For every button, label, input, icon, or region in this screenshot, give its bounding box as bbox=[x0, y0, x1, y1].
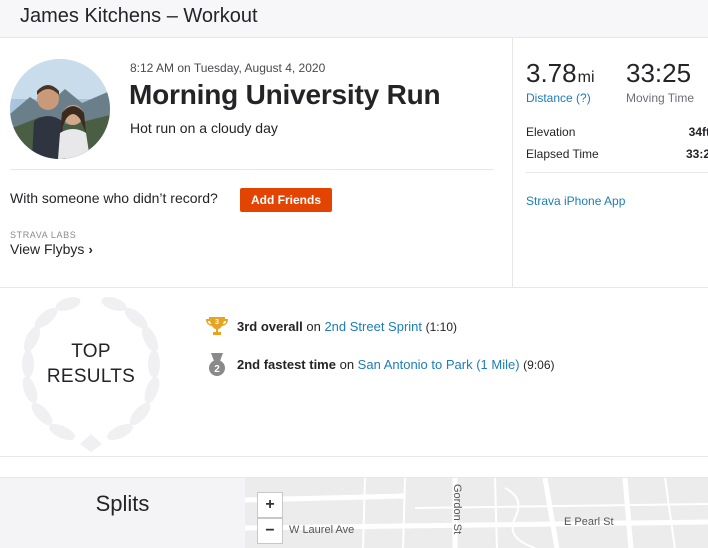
route-map[interactable]: + − W Laurel Ave Gordon St E Pearl St bbox=[245, 478, 708, 548]
map-roads bbox=[245, 478, 708, 548]
achievement-rank: 2nd fastest time bbox=[237, 357, 336, 372]
page-title: James Kitchens – Workout bbox=[20, 5, 258, 27]
trophy-number: 3 bbox=[215, 319, 219, 326]
top-results-section: TOP RESULTS 3 3rd overall on 2nd Street … bbox=[0, 289, 708, 457]
medal-icon: 2 bbox=[209, 353, 225, 376]
elevation-value: 34ft bbox=[688, 125, 708, 139]
segment-link[interactable]: San Antonio to Park (1 Mile) bbox=[358, 357, 520, 372]
activity-description: Hot run on a cloudy day bbox=[130, 120, 278, 136]
zoom-in-button[interactable]: + bbox=[257, 492, 283, 518]
distance-stat: 3.78mi Distance (?) bbox=[526, 58, 595, 105]
avatar-photo bbox=[10, 59, 110, 159]
view-flybys-label: View Flybys bbox=[10, 241, 85, 257]
elevation-row: Elevation 34ft bbox=[526, 125, 708, 139]
medal-number: 2 bbox=[214, 364, 220, 375]
activity-stats: 3.78mi Distance (?) 33:25 Moving Time El… bbox=[514, 38, 708, 288]
street-label: Gordon St bbox=[451, 484, 463, 535]
elapsed-time-value: 33:2 bbox=[685, 147, 708, 161]
street-label: E Pearl St bbox=[564, 516, 614, 528]
splits-section: Splits + − W Laurel Ave Gordon St E Pear bbox=[0, 477, 708, 548]
activity-datetime: 8:12 AM on Tuesday, August 4, 2020 bbox=[130, 61, 326, 75]
chevron-right-icon: › bbox=[88, 242, 93, 257]
elevation-label: Elevation bbox=[526, 125, 576, 139]
strava-iphone-app-link[interactable]: Strava iPhone App bbox=[526, 194, 625, 208]
achievement-time: (9:06) bbox=[523, 358, 555, 372]
divider bbox=[10, 169, 494, 170]
add-friends-button[interactable]: Add Friends bbox=[240, 188, 332, 212]
splits-heading: Splits bbox=[95, 491, 150, 516]
view-flybys-link[interactable]: View Flybys › bbox=[10, 241, 93, 257]
zoom-out-button[interactable]: − bbox=[257, 518, 283, 544]
elapsed-time-label: Elapsed Time bbox=[526, 147, 599, 161]
activity-name: Morning University Run bbox=[129, 79, 441, 110]
achievement-connector: on bbox=[302, 319, 325, 334]
top-results-line1: TOP bbox=[71, 341, 111, 362]
trophy-icon: 3 bbox=[206, 317, 228, 335]
divider bbox=[526, 172, 708, 173]
activity-details: 8:12 AM on Tuesday, August 4, 2020 Morni… bbox=[0, 38, 513, 288]
distance-unit: mi bbox=[577, 69, 595, 86]
segment-link[interactable]: 2nd Street Sprint bbox=[324, 319, 422, 334]
distance-help-link[interactable]: Distance (?) bbox=[526, 91, 591, 105]
achievement-rank: 3rd overall bbox=[237, 319, 303, 334]
activity-card: 8:12 AM on Tuesday, August 4, 2020 Morni… bbox=[0, 38, 708, 288]
moving-time-label: Moving Time bbox=[626, 91, 695, 105]
moving-time-value: 33:25 bbox=[626, 58, 692, 88]
strava-labs-label: STRAVA LABS bbox=[10, 230, 77, 240]
with-someone-text: With someone who didn’t record? bbox=[10, 190, 218, 206]
achievement-connector: on bbox=[335, 357, 358, 372]
window-header: James Kitchens – Workout bbox=[0, 0, 708, 38]
moving-time-stat: 33:25 Moving Time bbox=[626, 58, 694, 105]
distance-value: 3.78 bbox=[526, 58, 577, 88]
street-label: W Laurel Ave bbox=[289, 524, 355, 536]
elapsed-time-row: Elapsed Time 33:2 bbox=[526, 147, 708, 161]
achievement-time: (1:10) bbox=[425, 320, 457, 334]
top-results-label: TOP RESULTS bbox=[40, 339, 142, 389]
top-results-line2: RESULTS bbox=[46, 366, 136, 387]
avatar[interactable] bbox=[10, 59, 110, 159]
